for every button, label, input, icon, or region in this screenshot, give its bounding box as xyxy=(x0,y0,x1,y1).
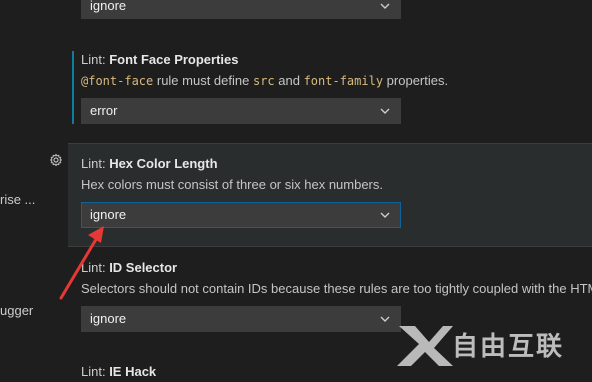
chevron-down-icon xyxy=(380,212,390,218)
setting-0-dropdown[interactable]: ignore xyxy=(81,0,401,19)
left-panel-label-1: rise ... xyxy=(0,192,36,207)
setting-title-font-face: Lint: Font Face Properties xyxy=(81,52,239,67)
chevron-down-icon xyxy=(380,316,390,322)
setting-id-selector-dropdown[interactable]: ignore xyxy=(81,306,401,332)
setting-description-id-selector: Selectors should not contain IDs because… xyxy=(81,281,592,296)
modified-indicator-bar xyxy=(72,51,74,124)
watermark-text: 自由互联 xyxy=(452,331,565,361)
setting-description-font-face: @font-face rule must define src and font… xyxy=(81,73,449,88)
setting-description-hex-color: Hex colors must consist of three or six … xyxy=(81,177,384,192)
chevron-down-icon xyxy=(380,108,390,114)
left-panel-label-2: ugger xyxy=(0,303,34,318)
setting-font-face-value: error xyxy=(90,103,118,118)
setting-id-selector-value: ignore xyxy=(90,311,127,326)
setting-title-hex-color: Lint: Hex Color Length xyxy=(81,156,218,171)
gear-icon[interactable] xyxy=(49,153,63,167)
setting-hex-color-dropdown[interactable]: ignore xyxy=(81,202,401,228)
setting-font-face-dropdown[interactable]: error xyxy=(81,98,401,124)
setting-0-value: ignore xyxy=(90,0,127,13)
chevron-down-icon xyxy=(380,3,390,9)
setting-title-id-selector: Lint: ID Selector xyxy=(81,260,178,275)
setting-title-ie-hack: Lint: IE Hack xyxy=(81,364,157,379)
setting-hex-color-value: ignore xyxy=(90,207,127,222)
